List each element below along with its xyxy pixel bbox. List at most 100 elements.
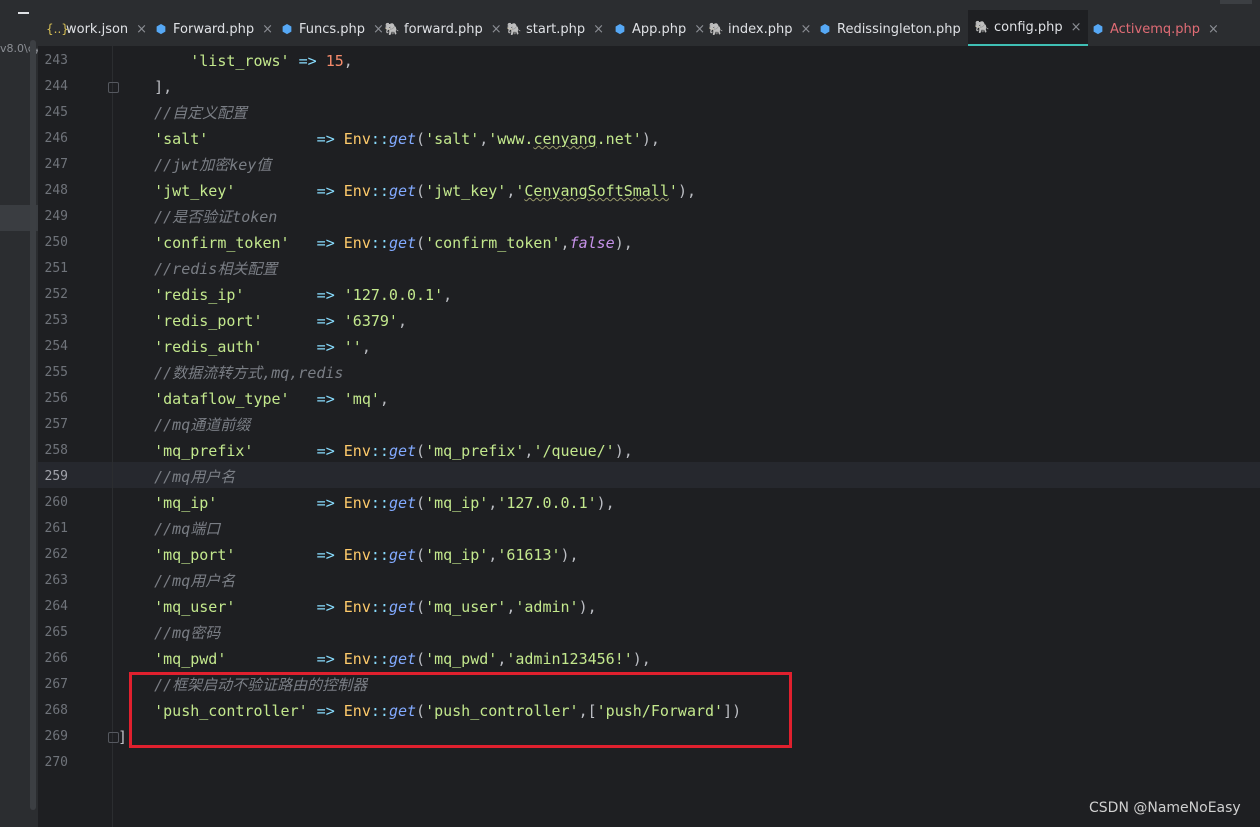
code-line[interactable]: //redis相关配置 bbox=[118, 256, 1218, 282]
code-token: '' bbox=[343, 338, 362, 356]
code-line[interactable]: 'dataflow_type' => 'mq', bbox=[118, 386, 1218, 412]
code-line[interactable]: 'mq_prefix' => Env::get('mq_prefix','/qu… bbox=[118, 438, 1218, 464]
code-line[interactable]: 'confirm_token' => Env::get('confirm_tok… bbox=[118, 230, 1218, 256]
line-number: 262 bbox=[44, 547, 68, 562]
line-number: 243 bbox=[44, 53, 68, 68]
code-line[interactable]: //mq用户名 bbox=[118, 568, 1218, 594]
close-icon[interactable]: × bbox=[800, 22, 811, 37]
code-line[interactable]: 'mq_user' => Env::get('mq_user','admin')… bbox=[118, 594, 1218, 620]
code-token: Env bbox=[343, 546, 371, 564]
tab-funcs-php[interactable]: ⬢ Funcs.php × bbox=[279, 13, 384, 45]
code-line[interactable]: //mq端口 bbox=[118, 516, 1218, 542]
line-number: 267 bbox=[44, 677, 68, 692]
close-icon[interactable]: × bbox=[694, 22, 705, 37]
code-line[interactable]: ], bbox=[118, 74, 1218, 100]
code-token: => bbox=[244, 286, 344, 304]
code-token: :: bbox=[370, 494, 389, 512]
code-token: ), bbox=[578, 598, 597, 616]
tab-index-php[interactable]: 🐘 index.php × bbox=[708, 13, 812, 45]
code-token: 'mq_pwd' bbox=[154, 650, 227, 668]
code-token: => bbox=[235, 546, 344, 564]
code-token: get bbox=[388, 182, 417, 200]
code-token: get bbox=[388, 546, 417, 564]
line-number: 244 bbox=[44, 79, 68, 94]
tab-forward-php[interactable]: ⬢ Forward.php × bbox=[153, 13, 273, 45]
tab-redissingleton-php[interactable]: ⬢Redissingleton.php× bbox=[817, 13, 980, 45]
close-icon[interactable]: × bbox=[1208, 22, 1219, 37]
code-token: ( bbox=[416, 182, 426, 200]
code-token: => bbox=[289, 390, 344, 408]
close-icon[interactable]: × bbox=[136, 22, 147, 37]
code-line[interactable]: //mq通道前缀 bbox=[118, 412, 1218, 438]
code-token: ] bbox=[118, 728, 128, 746]
close-icon[interactable]: × bbox=[593, 22, 604, 37]
tab-label: Redissingleton.php bbox=[837, 21, 961, 37]
close-icon[interactable]: × bbox=[491, 22, 502, 37]
code-line[interactable]: //jwt加密key值 bbox=[118, 152, 1218, 178]
code-token: 'jwt_key' bbox=[425, 182, 507, 200]
code-token: , bbox=[488, 494, 498, 512]
code-line[interactable]: 'mq_ip' => Env::get('mq_ip','127.0.0.1')… bbox=[118, 490, 1218, 516]
code-line[interactable]: 'mq_pwd' => Env::get('mq_pwd','admin1234… bbox=[118, 646, 1218, 672]
code-token: //mq端口 bbox=[154, 520, 221, 538]
code-token: 'jwt_key' bbox=[154, 182, 236, 200]
code-token: get bbox=[388, 650, 417, 668]
close-icon[interactable]: × bbox=[262, 22, 273, 37]
code-token: , bbox=[479, 130, 489, 148]
code-line[interactable]: 'redis_auth' => '', bbox=[118, 334, 1218, 360]
code-line[interactable]: 'list_rows' => 15, bbox=[118, 48, 1218, 74]
collapse-icon[interactable] bbox=[18, 12, 29, 14]
code-token: :: bbox=[370, 442, 389, 460]
code-line[interactable]: //mq密码 bbox=[118, 620, 1218, 646]
code-token: '127.0.0.1' bbox=[343, 286, 444, 304]
code-token: ), bbox=[614, 442, 633, 460]
tab-app-php[interactable]: ⬢ App.php × bbox=[612, 13, 705, 45]
code-token: 'admin' bbox=[515, 598, 579, 616]
line-number: 245 bbox=[44, 105, 68, 120]
close-icon[interactable]: × bbox=[373, 22, 384, 37]
code-token: 'mq_user' bbox=[425, 598, 507, 616]
code-line[interactable]: 'redis_ip' => '127.0.0.1', bbox=[118, 282, 1218, 308]
code-token: => bbox=[253, 442, 344, 460]
line-number: 247 bbox=[44, 157, 68, 172]
code-line[interactable]: //数据流转方式,mq,redis bbox=[118, 360, 1218, 386]
code-line[interactable]: //mq用户名 bbox=[118, 464, 1218, 490]
close-icon[interactable]: × bbox=[1071, 20, 1082, 35]
line-number: 270 bbox=[44, 755, 68, 770]
code-token: ' bbox=[668, 182, 678, 200]
code-token: Env bbox=[343, 494, 371, 512]
code-line[interactable]: 'jwt_key' => Env::get('jwt_key','Cenyang… bbox=[118, 178, 1218, 204]
code-line[interactable]: 'salt' => Env::get('salt','www.cenyang.n… bbox=[118, 126, 1218, 152]
code-token: => bbox=[235, 598, 344, 616]
code-token: ( bbox=[416, 546, 426, 564]
code-line[interactable]: 'redis_port' => '6379', bbox=[118, 308, 1218, 334]
tab-work-json[interactable]: {..} work.json × bbox=[46, 13, 147, 45]
tab-config-php[interactable]: 🐘 config.php × bbox=[968, 10, 1088, 46]
line-number: 269 bbox=[44, 729, 68, 744]
code-line[interactable]: 'mq_port' => Env::get('mq_ip','61613'), bbox=[118, 542, 1218, 568]
code-token: :: bbox=[370, 598, 389, 616]
code-token: get bbox=[388, 442, 417, 460]
code-line[interactable]: //是否验证token bbox=[118, 204, 1218, 230]
code-token: 'mq_ip' bbox=[425, 546, 489, 564]
code-token: , bbox=[560, 234, 570, 252]
tab-start-php[interactable]: 🐘 start.php × bbox=[506, 13, 605, 45]
line-gutter: 243 244 245 246 247 248 249 250 251 252 253 254 255 2… bbox=[38, 46, 113, 827]
tab-label: forward.php bbox=[404, 21, 483, 37]
code-token: get bbox=[388, 234, 417, 252]
tab-activemq-php[interactable]: ⬢ Activemq.php × bbox=[1090, 13, 1219, 45]
code-line[interactable]: //自定义配置 bbox=[118, 100, 1218, 126]
code-line[interactable] bbox=[118, 750, 1218, 776]
sidebar-scrollbar[interactable] bbox=[30, 40, 36, 810]
json-file-icon: {..} bbox=[46, 22, 69, 36]
tab-forward-php[interactable]: 🐘 forward.php × bbox=[384, 13, 502, 45]
code-token: => bbox=[208, 130, 344, 148]
line-number: 263 bbox=[44, 573, 68, 588]
php-class-icon: ⬢ bbox=[281, 22, 293, 36]
